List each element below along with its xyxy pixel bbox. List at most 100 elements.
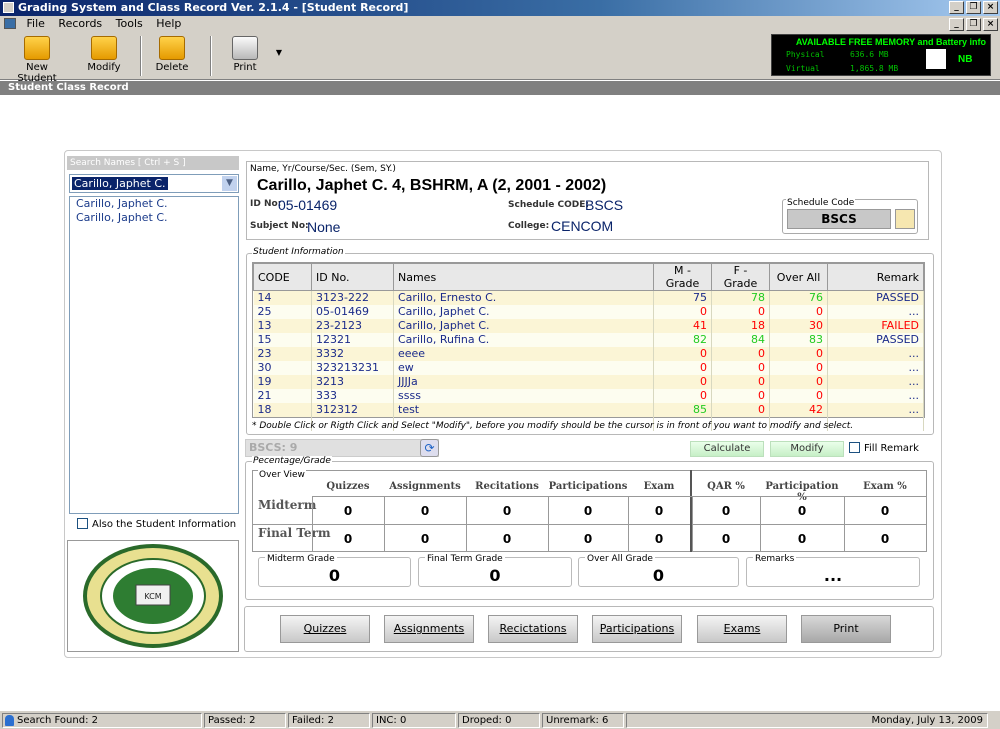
table-row[interactable]: 21 333 ssss 0 0 0... — [253, 388, 924, 403]
status-bar: Search Found: 2 Passed: 2 Failed: 2 INC:… — [0, 710, 1000, 729]
cell-code: 19 — [253, 374, 312, 389]
status-inc: INC: 0 — [372, 713, 456, 728]
new-student-button[interactable]: New Student — [6, 34, 68, 84]
cell-code: 25 — [253, 304, 312, 319]
delete-button[interactable]: Delete — [146, 34, 198, 78]
also-student-info-checkbox[interactable]: Also the Student Information — [77, 518, 236, 530]
schedule-code-field[interactable]: BSCS — [787, 209, 891, 229]
menu-records[interactable]: Records — [53, 16, 107, 32]
col-code[interactable]: CODE — [253, 263, 312, 291]
child-close-button[interactable]: × — [983, 18, 998, 31]
table-row[interactable]: 30 323213231 ew 0 0 0... — [253, 360, 924, 375]
table-row[interactable]: 25 05-01469 Carillo, Japhet C. 0 0 0... — [253, 304, 924, 319]
cell-id: 3332 — [311, 346, 394, 361]
cell-id: 312312 — [311, 402, 394, 417]
cell-o: 0 — [769, 346, 828, 361]
document-icon[interactable] — [4, 18, 16, 29]
finalterm-value-1: 0 — [420, 532, 430, 546]
table-row[interactable]: 19 3213 JJJJa 0 0 0... — [253, 374, 924, 389]
search-found-text: Search Found: 2 — [17, 715, 98, 726]
cell-f: 0 — [711, 346, 770, 361]
finalterm-value-4: 0 — [654, 532, 664, 546]
restore-button[interactable]: ❐ — [966, 1, 981, 14]
participations-button[interactable]: Participations — [592, 615, 682, 643]
overall-grade-value: 0 — [652, 566, 665, 585]
quizzes-button[interactable]: Quizzes — [280, 615, 370, 643]
col-over-all[interactable]: Over All — [769, 263, 828, 291]
battery-label: NB — [958, 54, 973, 65]
table-row[interactable]: 23 3332 eeee 0 0 0... — [253, 346, 924, 361]
checkbox-icon[interactable] — [849, 442, 860, 453]
id-value: 05-01469 — [278, 197, 338, 213]
midterm-value-2: 0 — [502, 504, 512, 518]
student-table[interactable]: CODE ID No. Names M - Grade F - Grade Ov… — [252, 262, 925, 431]
menu-file[interactable]: File — [22, 16, 50, 32]
search-selected[interactable]: Carillo, Japhet C. — [72, 177, 168, 190]
chevron-down-icon[interactable]: ▼ — [222, 176, 237, 191]
child-minimize-button[interactable]: _ — [949, 18, 964, 31]
search-combobox[interactable]: Carillo, Japhet C. ▼ — [69, 174, 239, 193]
col-id[interactable]: ID No. — [311, 263, 394, 291]
search-results-list[interactable]: Carillo, Japhet C. Carillo, Japhet C. — [69, 196, 239, 514]
modify-grades-button[interactable]: Modify — [770, 441, 844, 457]
midterm-value-0: 0 — [343, 504, 353, 518]
table-row[interactable]: 15 12321 Carillo, Rufina C. 82 84 83 PASSED — [253, 332, 924, 347]
col-names[interactable]: Names — [393, 263, 654, 291]
cell-id: 3213 — [311, 374, 394, 389]
midterm-value-5: 0 — [721, 504, 731, 518]
menu-help[interactable]: Help — [151, 16, 186, 32]
midterm-value-4: 0 — [654, 504, 664, 518]
overall-grade-label: Over All Grade — [585, 554, 655, 564]
schedule-code-group-label: Schedule Code — [786, 198, 856, 208]
search-header: Search Names [ Ctrl + S ] — [67, 156, 239, 170]
toolbar-separator — [140, 36, 142, 76]
status-failed: Failed: 2 — [288, 713, 370, 728]
child-restore-button[interactable]: ❐ — [966, 18, 981, 31]
window-title: Grading System and Class Record Ver. 2.1… — [18, 1, 409, 14]
cell-remark: FAILED — [827, 318, 924, 333]
checkbox-icon[interactable] — [77, 518, 88, 529]
cell-code: 13 — [253, 318, 312, 333]
cell-f: 0 — [711, 304, 770, 319]
calculate-button[interactable]: Calculate — [690, 441, 764, 457]
cell-m: 82 — [653, 332, 712, 347]
table-row[interactable]: 13 23-2123 Carillo, Japhet C. 41 18 30 FAILED — [253, 318, 924, 333]
list-item[interactable]: Carillo, Japhet C. — [70, 197, 238, 211]
memory-info-panel: AVAILABLE FREE MEMORY and Battery info P… — [771, 34, 991, 76]
schedule-code-value: BSCS — [585, 197, 624, 213]
list-item[interactable]: Carillo, Japhet C. — [70, 211, 238, 225]
modify-folder-icon — [91, 36, 117, 60]
print-button[interactable]: Print — [220, 34, 270, 78]
table-row[interactable]: 18 312312 test 85 0 42... — [253, 402, 924, 417]
print-grades-button[interactable]: Print — [801, 615, 891, 643]
cell-remark: PASSED — [827, 332, 924, 347]
col-remark[interactable]: Remark — [827, 263, 924, 291]
college-value: CENCOM — [551, 218, 614, 234]
form-title: Student Class Record — [0, 81, 1000, 95]
table-row[interactable]: 14 3123-222 Carillo, Ernesto C. 75 78 76 PASSE… — [253, 290, 924, 305]
cell-name: test — [393, 402, 654, 417]
schedule-count-field[interactable]: BSCS: 9 — [245, 439, 439, 457]
close-button[interactable]: × — [983, 1, 998, 14]
col-f-grade[interactable]: F - Grade — [711, 263, 770, 291]
minimize-button[interactable]: _ — [949, 1, 964, 14]
modify-button[interactable]: Modify — [76, 34, 132, 78]
recitations-button[interactable]: Recictations — [488, 615, 578, 643]
col-m-grade[interactable]: M - Grade — [653, 263, 712, 291]
midterm-value-3: 0 — [583, 504, 593, 518]
folder-search-icon[interactable] — [895, 209, 915, 229]
assignments-button[interactable]: Assignments — [384, 615, 474, 643]
refresh-icon[interactable]: ⟳ — [420, 439, 439, 457]
menu-tools[interactable]: Tools — [111, 16, 148, 32]
cell-remark: ... — [827, 346, 924, 361]
college-label: College: — [508, 221, 550, 231]
cell-id: 3123-222 — [311, 290, 394, 305]
cell-m: 85 — [653, 402, 712, 417]
fill-remark-checkbox[interactable]: Fill Remark — [849, 442, 919, 454]
cell-remark: ... — [827, 374, 924, 389]
cell-m: 75 — [653, 290, 712, 305]
grade-header-2: Recitations — [475, 481, 539, 492]
student-information-label: Student Information — [252, 247, 345, 257]
exams-button[interactable]: Exams — [697, 615, 787, 643]
midterm-grade-label: Midterm Grade — [265, 554, 337, 564]
